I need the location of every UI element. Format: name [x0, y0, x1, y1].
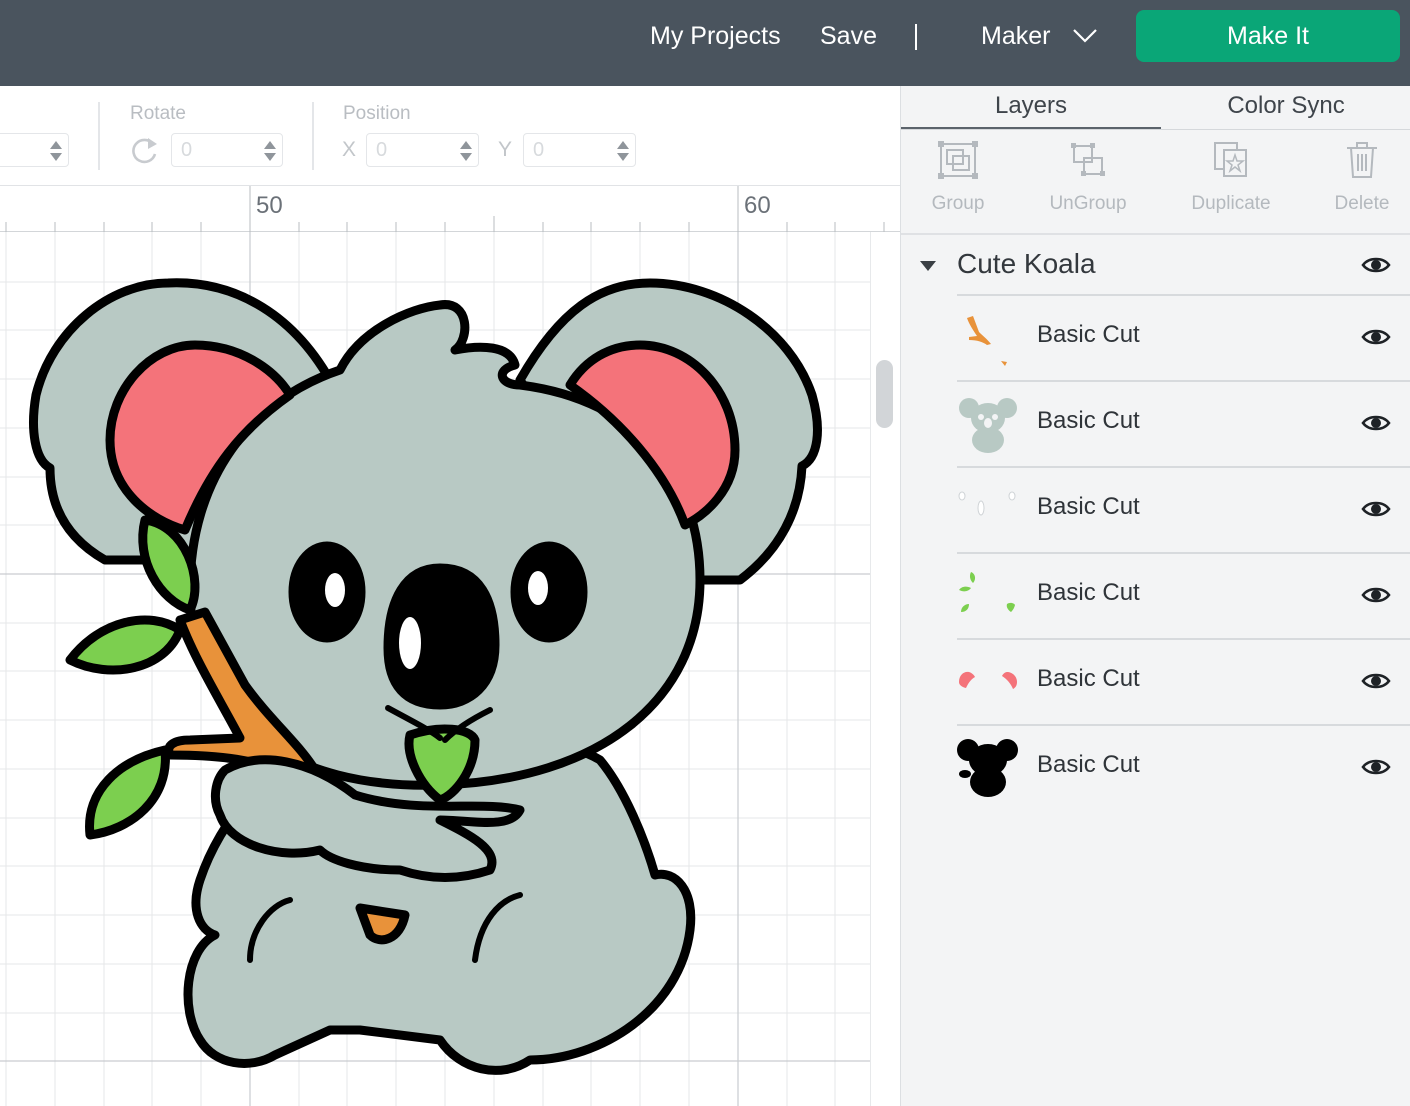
- layer-name: Basic Cut: [1037, 579, 1140, 606]
- visibility-eye-icon[interactable]: [1361, 670, 1391, 692]
- layer-name: Basic Cut: [1037, 407, 1140, 434]
- layer-row[interactable]: Basic Cut: [957, 552, 1410, 638]
- eye-highlight: [325, 573, 345, 607]
- duplicate-label: Duplicate: [1191, 193, 1271, 214]
- visibility-eye-icon[interactable]: [1361, 498, 1391, 520]
- stepper-icon[interactable]: [458, 138, 474, 164]
- duplicate-button[interactable]: Duplicate: [1183, 140, 1279, 215]
- make-it-button[interactable]: Make It: [1136, 10, 1400, 62]
- layer-thumbnail-ears: [959, 671, 1017, 689]
- caret-down-icon[interactable]: [919, 260, 937, 272]
- visibility-eye-icon[interactable]: [1361, 326, 1391, 348]
- group-icon: [938, 141, 978, 179]
- ungroup-label: UnGroup: [1049, 193, 1127, 214]
- duplicate-icon: [1214, 142, 1247, 177]
- layer-row[interactable]: Basic Cut: [957, 638, 1410, 724]
- visibility-eye-icon[interactable]: [1361, 756, 1391, 778]
- layer-name: Basic Cut: [1037, 665, 1140, 692]
- delete-label: Delete: [1334, 193, 1390, 214]
- layer-thumbnail-leaves: [959, 572, 1015, 612]
- ungroup-icon: [1071, 143, 1105, 176]
- layer-thumbnail-koala-body: [959, 398, 1017, 453]
- branch: [355, 903, 410, 945]
- horizontal-ruler: 50 60: [0, 186, 900, 232]
- stepper-icon[interactable]: [262, 138, 278, 164]
- size-input[interactable]: [0, 133, 69, 167]
- position-label: Position: [343, 103, 411, 124]
- top-bar: My Projects Save Maker Make It: [0, 0, 1410, 86]
- leaf: [65, 615, 185, 675]
- leaf: [85, 745, 170, 840]
- ungroup-button[interactable]: UnGroup: [1042, 140, 1134, 215]
- right-eye: [510, 541, 588, 643]
- layer-group-cute-koala[interactable]: Cute Koala: [901, 236, 1410, 296]
- toolbar-divider: [98, 102, 100, 170]
- my-projects-link[interactable]: My Projects: [650, 0, 781, 72]
- rotate-input[interactable]: 0: [171, 133, 283, 167]
- tab-layers[interactable]: Layers: [901, 86, 1161, 130]
- visibility-eye-icon[interactable]: [1361, 584, 1391, 606]
- save-button[interactable]: Save: [820, 0, 877, 72]
- x-label: X: [342, 138, 357, 161]
- layer-name: Basic Cut: [1037, 321, 1140, 348]
- tools-divider: [901, 233, 1410, 235]
- machine-select[interactable]: Maker: [981, 0, 1050, 72]
- header-divider: [915, 24, 917, 50]
- tab-color-sync[interactable]: Color Sync: [1161, 86, 1410, 130]
- chevron-down-icon[interactable]: [1072, 27, 1098, 45]
- layer-thumbnail-outline: [957, 739, 1018, 797]
- toolbar-divider: [312, 102, 314, 170]
- tab-divider: [901, 129, 1410, 130]
- layer-row[interactable]: Basic Cut: [957, 724, 1410, 810]
- stepper-icon[interactable]: [615, 138, 631, 164]
- trash-icon: [1347, 142, 1377, 178]
- group-label: Group: [931, 193, 985, 214]
- layer-name: Basic Cut: [1037, 751, 1140, 778]
- rotate-icon: [132, 138, 157, 164]
- layer-row[interactable]: Basic Cut: [957, 380, 1410, 466]
- position-x-input[interactable]: 0: [366, 133, 479, 167]
- design-canvas[interactable]: [0, 232, 900, 1106]
- ruler-mark: 60: [744, 192, 771, 219]
- layer-name: Basic Cut: [1037, 493, 1140, 520]
- scrollbar-thumb[interactable]: [876, 360, 893, 428]
- layer-row[interactable]: Basic Cut: [957, 466, 1410, 552]
- layer-thumbnail-eye-highlights: [958, 491, 1016, 516]
- eye-highlight: [528, 571, 548, 605]
- y-label: Y: [498, 138, 513, 161]
- visibility-eye-icon[interactable]: [1361, 254, 1391, 276]
- nose-highlight: [399, 617, 421, 669]
- rotate-label: Rotate: [130, 103, 186, 124]
- koala-design[interactable]: [0, 232, 900, 1106]
- stepper-icon[interactable]: [48, 138, 64, 164]
- layers-panel: Layers Color Sync Group UnGroup Duplicat…: [900, 86, 1410, 1106]
- position-y-input[interactable]: 0: [523, 133, 636, 167]
- group-button[interactable]: Group: [923, 140, 993, 215]
- ruler-mark: 50: [256, 192, 283, 219]
- layer-thumbnail-branch: [967, 316, 1007, 366]
- visibility-eye-icon[interactable]: [1361, 412, 1391, 434]
- delete-button[interactable]: Delete: [1326, 140, 1398, 215]
- group-name: Cute Koala: [957, 248, 1096, 279]
- layer-row[interactable]: Basic Cut: [957, 294, 1410, 380]
- edit-toolbar: Rotate 0 Position X 0 Y 0: [0, 86, 900, 186]
